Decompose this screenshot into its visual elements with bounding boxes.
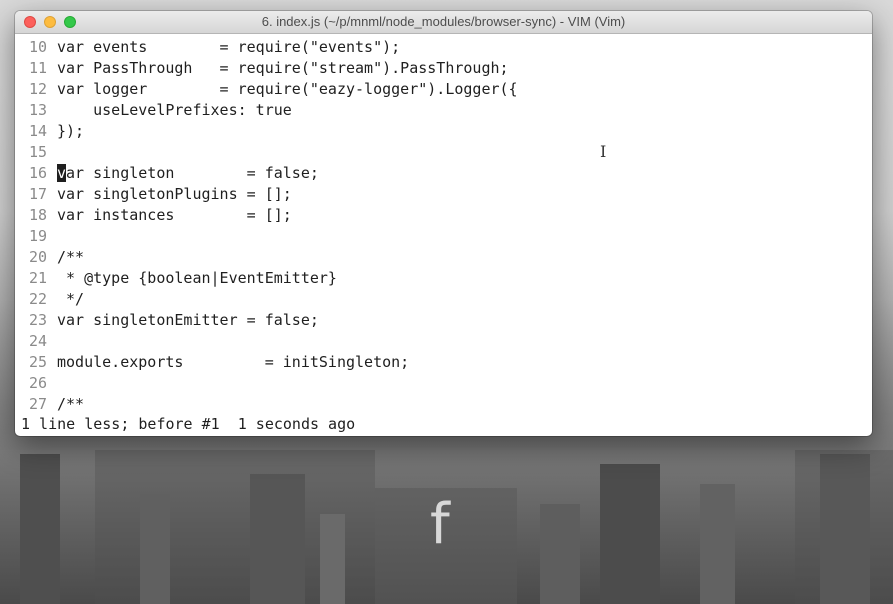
line-number: 16 (28, 164, 47, 182)
building (540, 504, 580, 604)
code-text: var singletonPlugins = []; (57, 185, 292, 203)
line-number: 21 (28, 269, 47, 287)
building (820, 454, 870, 604)
code-line[interactable]: 14}); (15, 121, 872, 142)
code-line[interactable]: 18 var instances = []; (15, 205, 872, 226)
code-line[interactable]: 23 var singletonEmitter = false; (15, 310, 872, 331)
line-number: 22 (28, 290, 47, 308)
building (20, 454, 60, 604)
code-text: }); (57, 122, 85, 140)
code-text: */ (57, 290, 85, 308)
line-number: 11 (28, 59, 47, 77)
building (320, 514, 345, 604)
code-text: module.exports = initSingleton; (57, 353, 410, 371)
line-number: 13 (28, 101, 47, 119)
line-number: 10 (28, 38, 47, 56)
code-line[interactable]: 21 * @type {boolean|EventEmitter} (15, 268, 872, 289)
code-line[interactable]: 15 (15, 142, 872, 163)
building (600, 464, 660, 604)
editor-buffer[interactable]: 10 var events = require("events"); 11 var P… (15, 34, 872, 415)
code-line[interactable]: 22 */ (15, 289, 872, 310)
code-text: /** (57, 395, 85, 413)
code-text: var singletonEmitter = false; (57, 311, 319, 329)
facebook-icon[interactable]: f (430, 492, 450, 557)
ibeam-cursor-icon: I (600, 142, 607, 161)
line-number: 18 (28, 206, 47, 224)
code-text: var PassThrough = require("stream").Pass… (57, 59, 509, 77)
code-line[interactable]: 11 var PassThrough = require("stream").Pa… (15, 58, 872, 79)
code-line[interactable]: 17 var singletonPlugins = []; (15, 184, 872, 205)
vim-cursor: v (57, 164, 67, 182)
code-line[interactable]: 10 var events = require("events"); (15, 37, 872, 58)
code-line[interactable]: 27 /** (15, 394, 872, 415)
line-number: 27 (28, 395, 47, 413)
code-line[interactable]: 24 (15, 331, 872, 352)
building (140, 494, 170, 604)
line-number: 20 (28, 248, 47, 266)
line-number: 17 (28, 185, 47, 203)
building (250, 474, 305, 604)
code-text: var events = require("events"); (57, 38, 401, 56)
code-text: var logger = require("eazy-logger").Logg… (57, 80, 518, 98)
code-text: var instances = []; (57, 206, 292, 224)
vim-window[interactable]: 6. index.js (~/p/mnml/node_modules/brows… (15, 11, 872, 436)
window-titlebar[interactable]: 6. index.js (~/p/mnml/node_modules/brows… (15, 11, 872, 34)
code-line[interactable]: 19 (15, 226, 872, 247)
line-number: 19 (28, 227, 47, 245)
code-text: * @type {boolean|EventEmitter} (57, 269, 337, 287)
line-number: 12 (28, 80, 47, 98)
code-line[interactable]: 13 useLevelPrefixes: true (15, 100, 872, 121)
line-number: 24 (28, 332, 47, 350)
line-number: 23 (28, 311, 47, 329)
window-title: 6. index.js (~/p/mnml/node_modules/brows… (261, 14, 626, 29)
building (700, 484, 735, 604)
code-line[interactable]: 16 var singleton = false; (15, 163, 872, 184)
code-text: useLevelPrefixes: true (57, 101, 292, 119)
vim-message-line: 1 line less; before #1 1 seconds ago (21, 415, 356, 433)
line-number: 15 (28, 143, 47, 161)
line-number: 14 (28, 122, 47, 140)
code-line[interactable]: 26 (15, 373, 872, 394)
code-line[interactable]: 25 module.exports = initSingleton; (15, 352, 872, 373)
code-line[interactable]: 12 var logger = require("eazy-logger").Lo… (15, 79, 872, 100)
line-number: 26 (28, 374, 47, 392)
code-text: var singleton = false; (57, 164, 319, 182)
code-line[interactable]: 20 /** (15, 247, 872, 268)
code-text: /** (57, 248, 85, 266)
line-number: 25 (28, 353, 47, 371)
